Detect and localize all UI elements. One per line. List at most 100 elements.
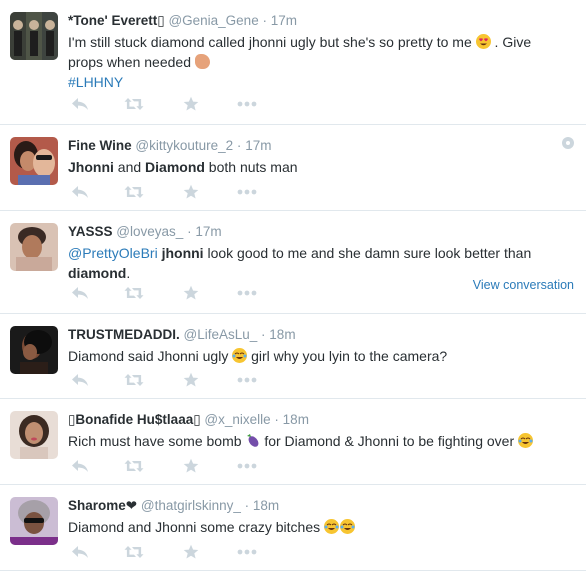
more-button[interactable] <box>235 182 259 202</box>
more-icon <box>237 549 257 555</box>
tweet-text: Diamond said Jhonni ugly girl why you ly… <box>68 346 576 366</box>
hashtag-link[interactable]: #LHHNY <box>68 74 123 90</box>
more-button[interactable] <box>235 370 259 390</box>
tweet-text: @PrettyOleBri jhonni look good to me and… <box>68 243 576 283</box>
reply-button[interactable] <box>68 456 92 476</box>
more-button[interactable] <box>235 94 259 114</box>
tweet-text-part: for Diamond & Jhonni to be fighting over <box>264 433 515 449</box>
retweet-button[interactable] <box>122 456 146 476</box>
fullname[interactable]: YASSS <box>68 224 113 239</box>
fullname[interactable]: ▯Bonafide Hu$tlaaa▯ <box>68 412 201 427</box>
reply-button[interactable] <box>68 182 92 202</box>
more-button[interactable] <box>235 542 259 562</box>
username[interactable]: @loveyas_ <box>116 224 183 239</box>
username[interactable]: @thatgirlskinny_ <box>141 498 241 513</box>
favorite-button[interactable] <box>179 283 203 303</box>
avatar[interactable] <box>10 497 58 545</box>
separator: · <box>187 224 192 239</box>
tweet-item[interactable]: ▯Bonafide Hu$tlaaa▯ @x_nixelle · 18m Ric… <box>0 399 586 485</box>
timestamp[interactable]: 17m <box>195 224 221 239</box>
fullname[interactable]: *Tone' Everett▯ <box>68 13 165 28</box>
tweet-item[interactable]: *Tone' Everett▯ @Genia_Gene · 17m I'm st… <box>0 0 586 125</box>
username[interactable]: @x_nixelle <box>204 412 270 427</box>
timestamp[interactable]: 18m <box>253 498 279 513</box>
tweet-item[interactable]: Sharome❤ @thatgirlskinny_ · 18m Diamond … <box>0 485 586 571</box>
mention-link[interactable]: @PrettyOleBri <box>68 245 158 261</box>
tweet-text-part: Diamond and Jhonni some crazy bitches <box>68 519 321 535</box>
timestamp[interactable]: 18m <box>269 327 295 342</box>
reply-button[interactable] <box>68 370 92 390</box>
reply-button[interactable] <box>68 542 92 562</box>
retweet-button[interactable] <box>122 542 146 562</box>
tweet-text-bold: Jhonni <box>68 159 114 175</box>
tweet-actions <box>68 456 288 476</box>
avatar[interactable] <box>10 411 58 459</box>
avatar[interactable] <box>10 12 58 60</box>
tweet-text: Diamond and Jhonni some crazy bitches <box>68 517 576 537</box>
star-icon <box>183 544 199 560</box>
tweet-text-part: . Give <box>494 34 532 50</box>
reply-icon <box>71 459 89 473</box>
tweet-text-bold: diamond <box>68 265 127 281</box>
eggplant-emoji-icon <box>245 433 260 448</box>
more-icon <box>237 189 257 195</box>
tweet-text-part: . <box>126 265 131 281</box>
tweet-text-part: both nuts man <box>204 159 298 175</box>
timestamp[interactable]: 17m <box>245 138 271 153</box>
more-button[interactable] <box>235 456 259 476</box>
tweet-actions <box>68 283 288 303</box>
retweet-button[interactable] <box>122 283 146 303</box>
favorite-button[interactable] <box>179 94 203 114</box>
retweet-button[interactable] <box>122 94 146 114</box>
avatar-image <box>10 12 58 60</box>
avatar-image <box>10 223 58 271</box>
tweet-text-bold: Diamond <box>145 159 205 175</box>
separator: · <box>262 13 267 28</box>
username[interactable]: @kittykouture_2 <box>135 138 233 153</box>
fullname[interactable]: Sharome❤ <box>68 498 137 513</box>
more-button[interactable] <box>235 283 259 303</box>
tweet-text-part: and <box>113 159 146 175</box>
tweet-text-bold: jhonni <box>161 245 204 261</box>
reply-button[interactable] <box>68 94 92 114</box>
timestamp[interactable]: 18m <box>283 412 309 427</box>
star-icon <box>183 285 199 301</box>
username[interactable]: @Genia_Gene <box>168 13 258 28</box>
tweet-item[interactable]: Fine Wine @kittykouture_2 · 17m Jhonni a… <box>0 125 586 211</box>
timestamp[interactable]: 17m <box>271 13 297 28</box>
tweet-text: Jhonni and Diamond both nuts man <box>68 157 576 177</box>
avatar[interactable] <box>10 137 58 185</box>
avatar[interactable] <box>10 223 58 271</box>
retweet-icon <box>124 459 144 473</box>
tears-of-joy-emoji-icon <box>518 433 534 448</box>
reply-button[interactable] <box>68 283 92 303</box>
fullname[interactable]: Fine Wine <box>68 138 132 153</box>
favorite-button[interactable] <box>179 370 203 390</box>
view-conversation-link[interactable]: View conversation <box>473 278 574 292</box>
retweet-icon <box>124 97 144 111</box>
star-icon <box>183 372 199 388</box>
tweet-item[interactable]: TRUSTMEDADDI. @LifeAsLu_ · 18m Diamond s… <box>0 314 586 399</box>
reply-icon <box>71 286 89 300</box>
tweet-header: Sharome❤ @thatgirlskinny_ · 18m <box>68 497 576 515</box>
separator: · <box>244 498 250 513</box>
tweet-timeline: *Tone' Everett▯ @Genia_Gene · 17m I'm st… <box>0 0 586 571</box>
heart-eyes-emoji-icon <box>475 34 491 49</box>
tweet-actions <box>68 182 288 202</box>
tweet-text-part: girl why you lyin to the camera? <box>251 348 448 364</box>
favorite-button[interactable] <box>179 182 203 202</box>
favorite-button[interactable] <box>179 542 203 562</box>
more-icon <box>237 290 257 296</box>
fullname[interactable]: TRUSTMEDADDI. <box>68 327 180 342</box>
tweet-item[interactable]: YASSS @loveyas_ · 17m @PrettyOleBri jhon… <box>0 211 586 314</box>
favorite-button[interactable] <box>179 456 203 476</box>
avatar[interactable] <box>10 326 58 374</box>
retweet-button[interactable] <box>122 182 146 202</box>
retweet-button[interactable] <box>122 370 146 390</box>
more-icon <box>237 101 257 107</box>
tears-of-joy-emoji-icon <box>340 519 356 534</box>
tears-of-joy-emoji-icon <box>324 519 340 534</box>
tweet-text-part: I'm still stuck diamond called jhonni ug… <box>68 34 472 50</box>
star-icon <box>183 458 199 474</box>
username[interactable]: @LifeAsLu_ <box>184 327 258 342</box>
